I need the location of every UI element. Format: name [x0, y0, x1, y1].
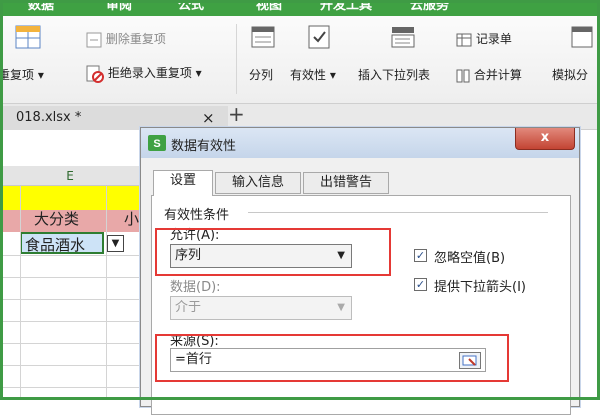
file-tab-name: 018.xlsx *: [16, 110, 82, 125]
add-tab-icon[interactable]: +: [228, 102, 245, 126]
dialog-app-icon: S: [148, 135, 166, 151]
ribbon-toolbar: 重复项 ▾ 删除重复项 拒绝录入重复项 ▾ 分列 有效性 ▾ 插入下拉列表 记录…: [0, 16, 600, 104]
insert-dropdown-icon: [390, 24, 416, 50]
cell-dropdown-arrow-icon[interactable]: ▼: [107, 235, 124, 252]
highlight-allow: [155, 228, 391, 276]
data-select-value: 介于: [175, 300, 202, 315]
data-label: 数据(D):: [170, 280, 221, 295]
validity-label: 有效性: [290, 68, 327, 82]
highlight-duplicates-icon: [14, 24, 42, 50]
tab-input-message[interactable]: 输入信息: [215, 172, 301, 194]
close-button[interactable]: x: [515, 128, 575, 150]
grid-line: [106, 186, 107, 400]
consolidate-label: 合并计算: [473, 68, 522, 82]
ribbon-tab-developer[interactable]: 开发工具: [320, 0, 372, 13]
record-sheet-icon: [456, 33, 472, 46]
grid-line: [0, 387, 140, 388]
ribbon-tab-cloud[interactable]: 云服务: [410, 0, 449, 13]
tab-settings[interactable]: 设置: [153, 170, 213, 196]
validation-criteria-heading: 有效性条件: [164, 208, 230, 223]
selected-cell[interactable]: 食品酒水: [20, 232, 104, 254]
highlight-source: [155, 334, 509, 382]
category-header-cell[interactable]: 大分类: [34, 208, 79, 229]
dialog-title: 数据有效性: [171, 139, 237, 154]
grid-line: [0, 277, 140, 278]
consolidate-button[interactable]: 合并计算: [456, 66, 522, 83]
remove-duplicates-button[interactable]: 删除重复项: [86, 30, 166, 48]
remove-duplicates-icon: [86, 32, 102, 47]
tab-error-alert[interactable]: 出错警告: [303, 172, 389, 194]
consolidate-icon: [456, 69, 470, 82]
highlight-duplicates-button[interactable]: 重复项 ▾: [0, 66, 44, 83]
ribbon-tab-data[interactable]: 数据: [28, 0, 54, 13]
insert-dropdown-button[interactable]: 插入下拉列表: [358, 66, 430, 83]
dropdown-arrow-checkbox[interactable]: ✓: [414, 278, 427, 291]
validity-button[interactable]: 有效性 ▾: [290, 66, 336, 83]
validity-icon: [306, 24, 332, 50]
ribbon-tab-formula[interactable]: 公式: [178, 0, 204, 13]
grid-line: [0, 343, 140, 344]
reject-entry-icon: [86, 65, 104, 83]
ignore-blank-label: 忽略空值(B): [434, 251, 506, 266]
group-divider: [248, 212, 548, 213]
reject-duplicates-label: 拒绝录入重复项: [107, 66, 192, 80]
dropdown-arrow-label: 提供下拉箭头(I): [434, 280, 526, 295]
dialog-titlebar[interactable]: S 数据有效性 x: [141, 128, 579, 158]
grid-line: [20, 186, 21, 400]
subcategory-header-cell[interactable]: 小: [124, 208, 139, 229]
svg-text:S: S: [153, 138, 160, 150]
selected-cell-value: 食品酒水: [25, 236, 86, 254]
column-header-e[interactable]: E: [0, 166, 140, 186]
ribbon-divider: [236, 24, 237, 94]
data-validation-dialog: S 数据有效性 x 设置 输入信息 出错警告 有效性条件 允许(A): 序列 ▼…: [140, 127, 580, 415]
record-sheet-label: 记录单: [475, 32, 512, 46]
ignore-blank-checkbox[interactable]: ✓: [414, 249, 427, 262]
grid-line: [0, 365, 140, 366]
remove-duplicates-label: 删除重复项: [105, 32, 166, 46]
ribbon-tab-view[interactable]: 视图: [256, 0, 282, 13]
record-sheet-button[interactable]: 记录单: [456, 30, 512, 47]
simulate-icon: [570, 24, 596, 50]
data-select: 介于 ▼: [170, 296, 352, 320]
grid-line: [0, 321, 140, 322]
grid-line: [0, 255, 140, 256]
highlight-duplicates-label: 重复项: [0, 68, 35, 82]
split-column-icon: [250, 24, 276, 50]
column-header-label: E: [66, 169, 74, 183]
ribbon-tab-bar: 数据 审阅 公式 视图 开发工具 云服务: [0, 0, 600, 16]
simulate-button[interactable]: 模拟分: [552, 66, 588, 83]
reject-duplicates-button[interactable]: 拒绝录入重复项 ▾: [86, 64, 202, 83]
grid-line: [0, 299, 140, 300]
chevron-down-icon: ▼: [337, 302, 345, 313]
yellow-row: [0, 186, 140, 210]
split-column-button[interactable]: 分列: [249, 66, 273, 83]
ribbon-tab-review[interactable]: 审阅: [106, 0, 132, 13]
